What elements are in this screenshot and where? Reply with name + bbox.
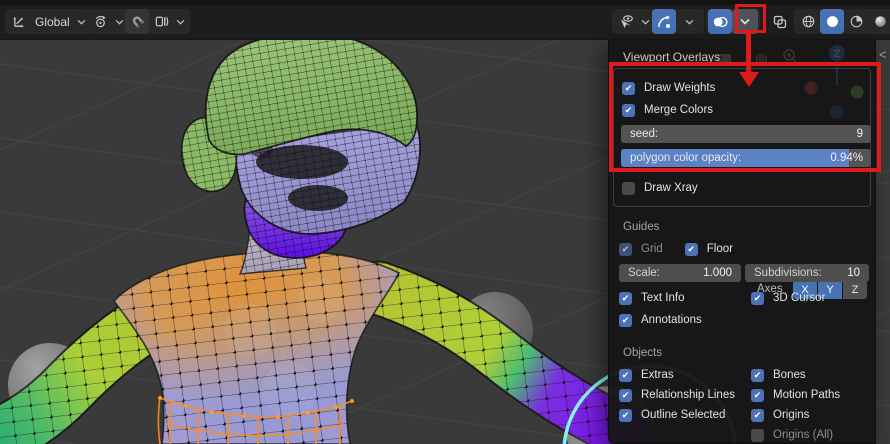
origins-all-row: Origins (All) [751, 426, 833, 444]
origins-all-label: Origins (All) [773, 429, 834, 441]
floor-checkbox[interactable] [684, 242, 698, 256]
guides-row-3: Text Info [619, 289, 684, 307]
origins-all-checkbox[interactable] [751, 428, 764, 442]
draw-weights-row: Draw Weights [622, 79, 715, 97]
snap-magnet-icon[interactable] [125, 9, 149, 34]
extras-label: Extras [641, 369, 674, 381]
text-info-label: Text Info [641, 292, 685, 304]
gizmos-dropdown-chevron[interactable] [676, 9, 702, 34]
draw-xray-checkbox[interactable] [622, 181, 635, 195]
motion-paths-label: Motion Paths [773, 389, 841, 401]
gizmos-group [650, 9, 704, 34]
draw-xray-row: Draw Xray [622, 179, 698, 197]
annotations-label: Annotations [641, 314, 702, 326]
relationship-lines-label: Relationship Lines [641, 389, 735, 401]
bones-row: Bones [751, 366, 806, 384]
overlays-group [706, 9, 760, 34]
seed-label: seed: [630, 127, 659, 140]
seed-slider[interactable]: seed: 9 [621, 125, 871, 143]
3d-cursor-checkbox[interactable] [751, 291, 764, 305]
snap-proportional-group [123, 9, 190, 34]
viewport-overlays-popover: Z Viewport Overlays Draw Weights Merge C… [608, 40, 876, 444]
object-visibility-icon [614, 9, 638, 34]
relationship-lines-row: Relationship Lines [619, 386, 735, 404]
outline-selected-checkbox[interactable] [619, 408, 632, 422]
object-visibility-dropdown[interactable] [612, 9, 655, 34]
merge-colors-row: Merge Colors [622, 101, 713, 119]
transform-orientation-icon [7, 9, 31, 34]
polygon-color-opacity-slider[interactable]: polygon color opacity: 0.94% [621, 149, 871, 167]
outline-selected-label: Outline Selected [641, 409, 726, 421]
merge-colors-label: Merge Colors [644, 104, 714, 116]
outline-selected-row: Outline Selected [619, 406, 725, 424]
annotations-row: Annotations [619, 311, 702, 329]
seed-value: 9 [856, 127, 863, 140]
draw-xray-label: Draw Xray [644, 182, 698, 194]
origins-label: Origins [773, 409, 810, 421]
relationship-lines-checkbox[interactable] [619, 388, 632, 402]
annotations-checkbox[interactable] [619, 313, 632, 327]
extras-checkbox[interactable] [619, 368, 632, 382]
grid-checkbox[interactable] [619, 242, 632, 256]
guides-row-3b: 3D Cursor [751, 289, 825, 307]
pivot-point-icon [88, 9, 112, 34]
sidebar-toggle-chevron[interactable]: < [879, 47, 887, 62]
floor-label: Floor [706, 243, 733, 255]
subdivisions-label: Subdivisions: [754, 267, 822, 279]
shading-rendered-icon[interactable] [868, 9, 890, 34]
guides-section: Guides [623, 218, 659, 236]
polygon-color-opacity-value: 0.94% [830, 151, 863, 164]
grid-label: Grid [641, 243, 663, 255]
merge-colors-checkbox[interactable] [622, 103, 635, 117]
text-info-checkbox[interactable] [619, 291, 632, 305]
polygon-color-opacity-label: polygon color opacity: [630, 151, 742, 164]
shading-material-icon[interactable] [844, 9, 868, 34]
show-gizmos-toggle[interactable] [652, 9, 676, 34]
guides-row-1: Grid Floor [619, 240, 867, 258]
motion-paths-checkbox[interactable] [751, 388, 764, 402]
hand-ghost-icon [756, 53, 767, 66]
draw-weights-label: Draw Weights [644, 82, 716, 94]
objects-section-label: Objects [623, 347, 662, 359]
bones-label: Bones [773, 369, 806, 381]
xray-group [766, 9, 794, 34]
svg-text:Z: Z [834, 49, 841, 60]
shading-wireframe-icon[interactable] [796, 9, 820, 34]
transform-orientation-dropdown[interactable]: Global [5, 9, 91, 34]
extras-row: Extras [619, 366, 674, 384]
blender-3d-viewport: { "header": { "orientation": {"label": "… [0, 0, 890, 444]
show-overlays-toggle[interactable] [708, 9, 732, 34]
zoom-ghost-icon [783, 49, 797, 63]
grid-scale-field[interactable]: Scale: 1.000 [619, 264, 741, 282]
viewport-header: Global [0, 5, 890, 40]
scale-value: 1.000 [703, 267, 732, 279]
axis-z-button[interactable]: Z [843, 280, 867, 299]
objects-section: Objects [623, 344, 662, 362]
proportional-editing-icon[interactable] [149, 9, 173, 34]
overlays-dropdown-chevron[interactable] [732, 9, 758, 34]
weights-group-box: Draw Weights Merge Colors seed: 9 polygo… [613, 68, 871, 207]
origins-row: Origins [751, 406, 809, 424]
chevron-down-icon [173, 19, 188, 25]
3d-cursor-label: 3D Cursor [773, 292, 826, 304]
transform-orientation-label: Global [35, 14, 70, 29]
shading-solid-icon[interactable] [820, 9, 844, 34]
shading-group [794, 9, 890, 34]
subdivisions-value: 10 [847, 267, 860, 279]
draw-weights-checkbox[interactable] [622, 81, 635, 95]
bones-checkbox[interactable] [751, 368, 764, 382]
grid-subdivisions-field[interactable]: Subdivisions: 10 [745, 264, 869, 282]
guides-section-label: Guides [623, 221, 660, 233]
origins-checkbox[interactable] [751, 408, 764, 422]
motion-paths-row: Motion Paths [751, 386, 840, 404]
workspace-tabs-sliver [0, 0, 890, 5]
xray-toggle-icon[interactable] [768, 9, 792, 34]
scale-label: Scale: [628, 267, 660, 279]
panel-title: Viewport Overlays [623, 50, 721, 64]
